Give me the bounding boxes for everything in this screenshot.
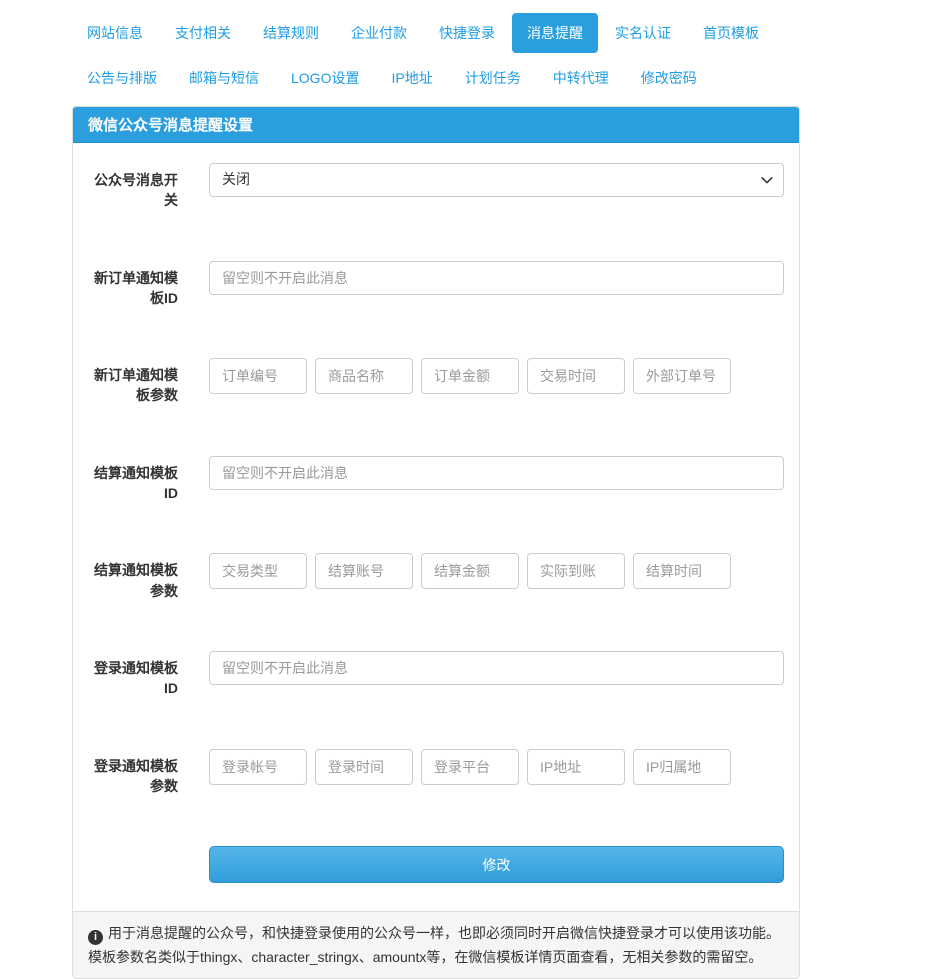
login-param-4-input[interactable] <box>527 748 625 785</box>
tab-transit-proxy-link[interactable]: 中转代理 <box>538 58 624 98</box>
tab-site-info-link[interactable]: 网站信息 <box>72 13 158 53</box>
settle-param-1-input[interactable] <box>209 553 307 590</box>
tab-payment[interactable]: 支付相关 <box>160 13 246 53</box>
login-param-5-input[interactable] <box>633 748 731 785</box>
modify-button[interactable]: 修改 <box>209 846 784 884</box>
login-param-2-input[interactable] <box>315 748 413 785</box>
tab-announcement-layout[interactable]: 公告与排版 <box>72 58 172 98</box>
tab-announcement-layout-link[interactable]: 公告与排版 <box>72 58 172 98</box>
page-container: 网站信息 支付相关 结算规则 企业付款 快捷登录 消息提醒 实名认证 首页模板 … <box>0 0 800 979</box>
tab-message-reminder-link[interactable]: 消息提醒 <box>512 13 598 53</box>
settle-template-params-label: 结算通知模板参数 <box>94 562 178 599</box>
tab-payment-link[interactable]: 支付相关 <box>160 13 246 53</box>
tab-homepage-template[interactable]: 首页模板 <box>688 13 774 53</box>
submit-spacer <box>88 846 209 883</box>
settle-template-id-label: 结算通知模板ID <box>94 464 178 502</box>
footer-note-line1: 用于消息提醒的公众号，和快捷登录使用的公众号一样，也即必须同时开启微信快捷登录才… <box>108 925 780 942</box>
tab-homepage-template-link[interactable]: 首页模板 <box>688 13 774 53</box>
tab-enterprise-payment[interactable]: 企业付款 <box>336 13 422 53</box>
form-row-submit: 修改 <box>88 846 784 884</box>
login-template-id-label: 登录通知模板ID <box>94 659 178 697</box>
tab-email-sms-link[interactable]: 邮箱与短信 <box>174 58 274 98</box>
wechat-message-settings-panel: 微信公众号消息提醒设置 公众号消息开关 关闭 新订单通知模板ID 留空则不开启此… <box>72 106 800 979</box>
tab-enterprise-payment-link[interactable]: 企业付款 <box>336 13 422 53</box>
settings-form: 公众号消息开关 关闭 新订单通知模板ID 留空则不开启此消息 新订单通知模板参数… <box>73 143 799 911</box>
order-param-1-input[interactable] <box>209 358 307 395</box>
tab-transit-proxy[interactable]: 中转代理 <box>538 58 624 98</box>
settle-param-3-input[interactable] <box>421 553 519 590</box>
order-param-3-input[interactable] <box>421 358 519 395</box>
login-template-params-label: 登录通知模板参数 <box>94 757 178 794</box>
switch-label: 公众号消息开关 <box>94 172 178 209</box>
tab-settlement-rules[interactable]: 结算规则 <box>248 13 334 53</box>
public-account-message-switch-select[interactable]: 关闭 <box>209 163 784 197</box>
tab-quick-login-link[interactable]: 快捷登录 <box>424 13 510 53</box>
form-row-login-template-id: 登录通知模板ID <box>88 650 784 699</box>
panel-title: 微信公众号消息提醒设置 <box>73 107 799 143</box>
tab-ip-address-link[interactable]: IP地址 <box>376 58 447 98</box>
info-circle-icon <box>88 930 103 946</box>
tabs-row-1: 网站信息 支付相关 结算规则 企业付款 快捷登录 消息提醒 实名认证 首页模板 <box>72 13 800 55</box>
tab-quick-login[interactable]: 快捷登录 <box>424 13 510 53</box>
tab-email-sms[interactable]: 邮箱与短信 <box>174 58 274 98</box>
order-template-params-label: 新订单通知模板参数 <box>94 367 178 404</box>
settle-template-id-input[interactable] <box>209 455 784 490</box>
tab-cron-tasks[interactable]: 计划任务 <box>450 58 536 98</box>
tab-logo-settings[interactable]: LOGO设置 <box>276 58 374 98</box>
tabs-row-2: 公告与排版 邮箱与短信 LOGO设置 IP地址 计划任务 中转代理 修改密码 <box>72 58 800 100</box>
tab-logo-settings-link[interactable]: LOGO设置 <box>276 58 374 98</box>
tab-change-password-link[interactable]: 修改密码 <box>626 58 712 98</box>
tab-realname-auth-link[interactable]: 实名认证 <box>600 13 686 53</box>
form-row-settle-template-params: 结算通知模板参数 <box>88 553 784 601</box>
tab-cron-tasks-link[interactable]: 计划任务 <box>450 58 536 98</box>
login-template-id-input[interactable] <box>209 650 784 685</box>
settle-param-5-input[interactable] <box>633 553 731 590</box>
tab-site-info[interactable]: 网站信息 <box>72 13 158 53</box>
login-param-3-input[interactable] <box>421 748 519 785</box>
settle-param-4-input[interactable] <box>527 553 625 590</box>
tab-settlement-rules-link[interactable]: 结算规则 <box>248 13 334 53</box>
form-row-switch: 公众号消息开关 关闭 <box>88 163 784 211</box>
tab-change-password[interactable]: 修改密码 <box>626 58 712 98</box>
order-template-id-label: 新订单通知模板ID <box>94 269 178 306</box>
form-row-order-template-id: 新订单通知模板ID <box>88 260 784 309</box>
form-row-settle-template-id: 结算通知模板ID <box>88 455 784 504</box>
login-param-1-input[interactable] <box>209 748 307 785</box>
tab-realname-auth[interactable]: 实名认证 <box>600 13 686 53</box>
tab-message-reminder[interactable]: 消息提醒 <box>512 13 598 53</box>
settle-param-2-input[interactable] <box>315 553 413 590</box>
order-template-id-input[interactable] <box>209 260 784 295</box>
tab-ip-address[interactable]: IP地址 <box>376 58 447 98</box>
order-param-4-input[interactable] <box>527 358 625 395</box>
order-param-2-input[interactable] <box>315 358 413 395</box>
footer-note-line2: 模板参数名类似于thingx、character_stringx、amountx… <box>88 949 763 966</box>
order-param-5-input[interactable] <box>633 358 731 395</box>
form-row-order-template-params: 新订单通知模板参数 <box>88 358 784 406</box>
panel-footer-note: 用于消息提醒的公众号，和快捷登录使用的公众号一样，也即必须同时开启微信快捷登录才… <box>73 911 799 979</box>
form-row-login-template-params: 登录通知模板参数 <box>88 748 784 797</box>
